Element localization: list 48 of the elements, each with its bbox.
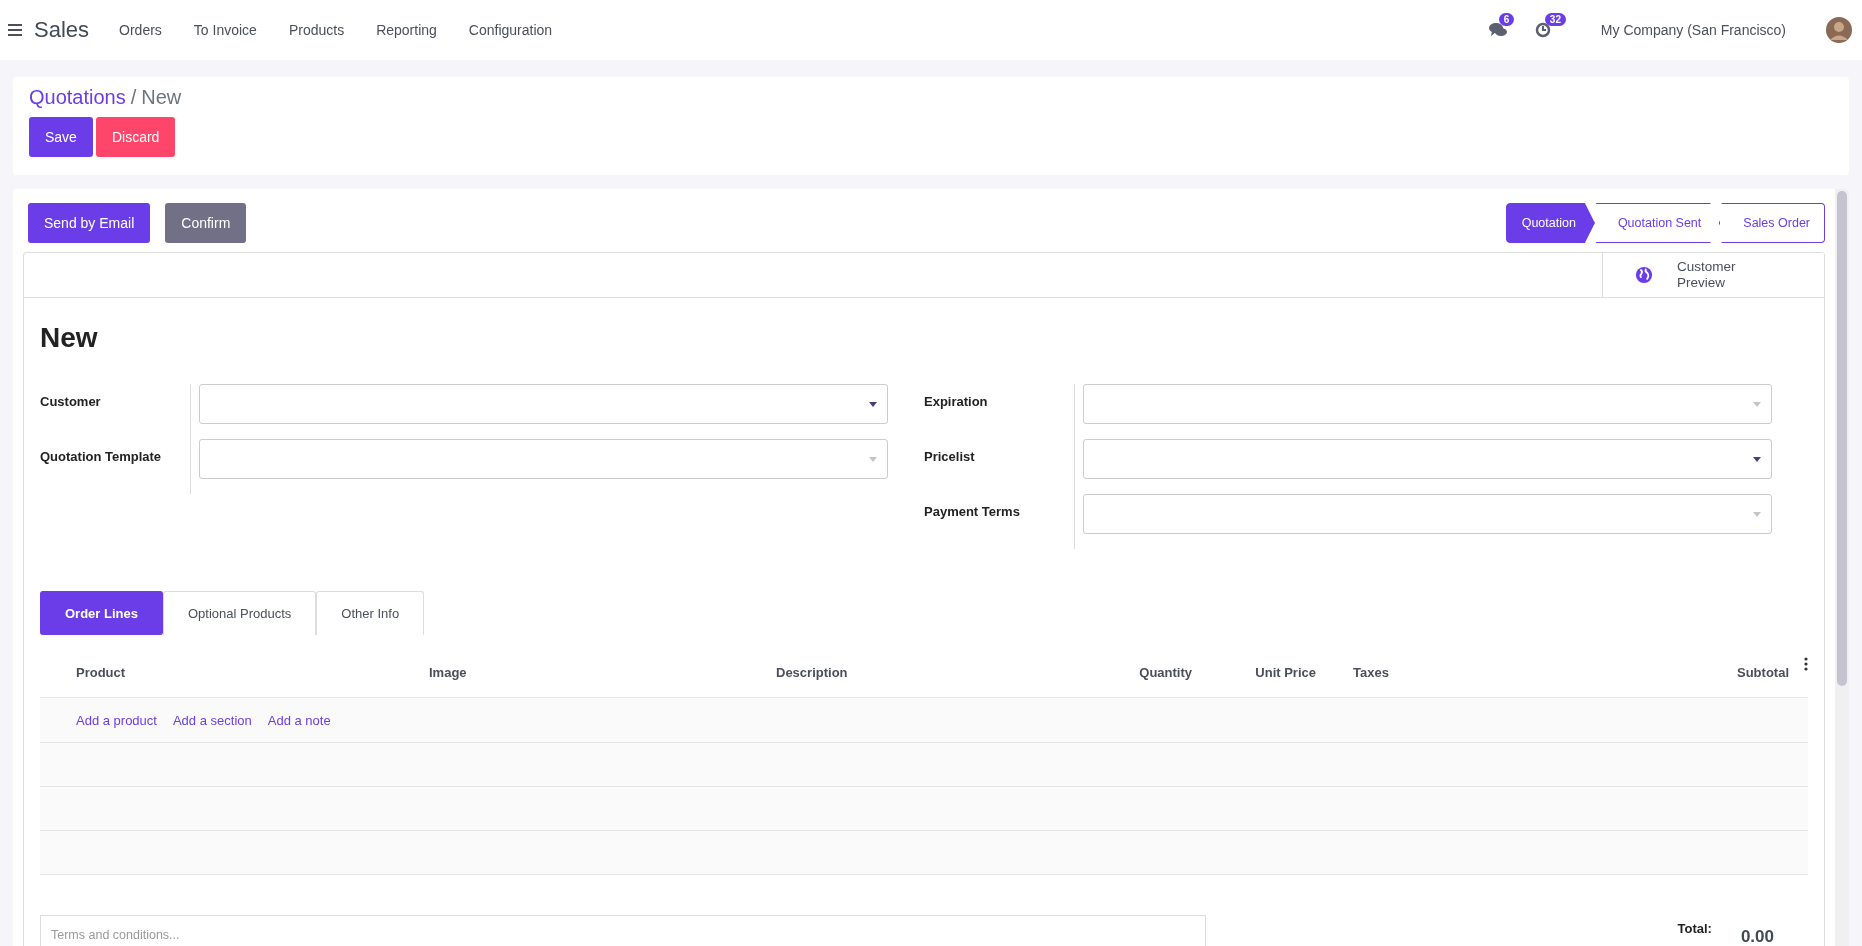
notebook-tab[interactable]: Order Lines (40, 591, 163, 635)
globe-icon (1635, 266, 1653, 284)
record-title: New (40, 322, 99, 354)
terms-field[interactable]: Terms and conditions... (40, 915, 1206, 946)
add-line-link[interactable]: Add a product (76, 712, 157, 728)
column-header[interactable]: Product (76, 664, 429, 680)
total-label: Total: (1677, 921, 1712, 936)
header-button[interactable]: Confirm (165, 203, 247, 243)
app-title[interactable]: Sales (34, 17, 90, 43)
column-header[interactable]: Quantity (1106, 664, 1192, 680)
message-count: 6 (1498, 13, 1515, 26)
field-label: Expiration (924, 393, 989, 411)
status-stage[interactable]: Sales Order (1721, 203, 1825, 243)
column-header[interactable]: Image (429, 664, 776, 680)
menu-item[interactable]: To Invoice (193, 22, 257, 38)
company-switcher[interactable]: My Company (San Francisco) (1600, 22, 1786, 38)
menu-item[interactable]: Configuration (468, 22, 553, 38)
scrollbar-thumb[interactable] (1837, 191, 1847, 686)
action-button[interactable]: Save (29, 117, 93, 157)
breadcrumb-link[interactable]: Quotations (29, 86, 126, 108)
menu-icon[interactable] (8, 24, 22, 36)
field-label: Payment Terms (924, 503, 1021, 521)
more-options-icon[interactable] (1804, 657, 1808, 671)
header-button[interactable]: Send by Email (28, 203, 151, 243)
status-stage[interactable]: Quotation Sent (1595, 203, 1721, 243)
total-amount: 0.00 (1740, 927, 1774, 946)
chat-icon[interactable] (1488, 22, 1507, 38)
notebook-tab[interactable]: Other Info (316, 591, 425, 635)
customer-preview-button[interactable]: Customer Preview (1602, 253, 1824, 297)
column-header[interactable]: Taxes (1316, 664, 1649, 680)
notebook-tab[interactable]: Optional Products (162, 591, 317, 635)
clock-icon[interactable] (1534, 22, 1551, 38)
column-header[interactable]: Unit Price (1192, 664, 1316, 680)
field-label: Customer (40, 393, 102, 411)
menu-item[interactable]: Products (288, 22, 345, 38)
avatar-icon[interactable] (1826, 17, 1852, 43)
breadcrumb-separator: / (130, 86, 137, 108)
column-header[interactable]: Subtotal (1649, 664, 1789, 680)
activity-count: 32 (1544, 13, 1566, 26)
menu-item[interactable]: Orders (119, 22, 162, 38)
status-stage[interactable]: Quotation (1505, 203, 1595, 243)
menu-item[interactable]: Reporting (376, 22, 437, 38)
column-header[interactable]: Description (776, 664, 1106, 680)
field-label: Pricelist (924, 448, 976, 466)
add-line-link[interactable]: Add a note (267, 712, 331, 728)
add-line-link[interactable]: Add a section (172, 712, 252, 728)
field-label: Quotation Template (40, 448, 163, 466)
breadcrumb-current: New (141, 86, 182, 108)
